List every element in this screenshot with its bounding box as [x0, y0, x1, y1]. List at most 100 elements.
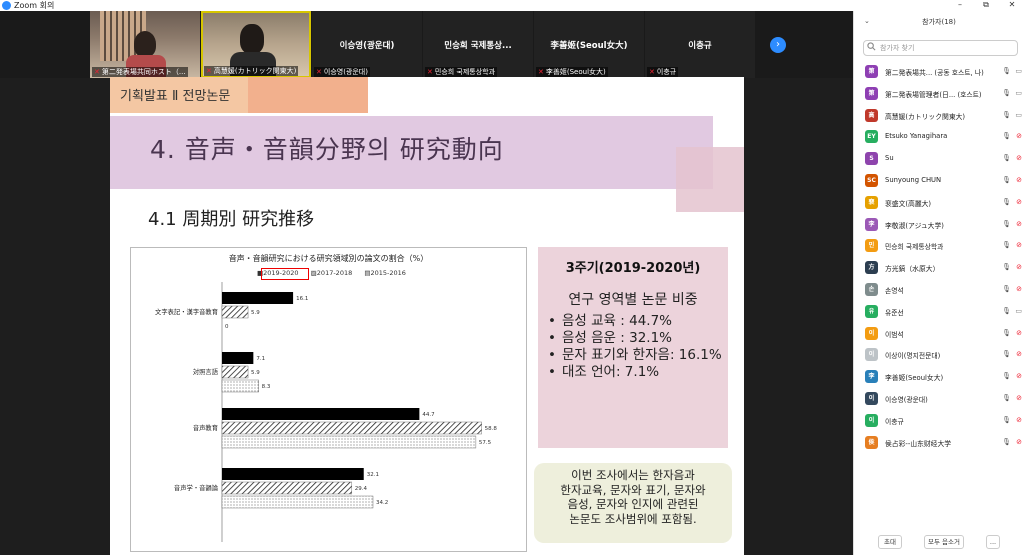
participant-row[interactable]: 이 이충규 🎙 ⊘ — [854, 410, 1024, 432]
bar — [221, 421, 482, 435]
video-off-icon: ⊘ — [1016, 415, 1022, 424]
shared-slide: 기획발표 Ⅱ 전망논문 4. 音声・音韻分野의 研究動向 4.1 周期別 研究推… — [110, 77, 744, 555]
summary-item: 음성 교육 : 44.7% — [548, 313, 723, 330]
participant-name: 侯占彩--山东财经大学 — [885, 439, 952, 448]
video-on-icon: ▭ — [1015, 110, 1022, 119]
legend-entry: ▨2017-2018 — [310, 269, 353, 277]
avatar: SC — [865, 174, 878, 187]
participant-row[interactable]: 侯侯占彩--山东财经大学 🎙 ⊘ — [854, 432, 1024, 454]
window-titlebar: Zoom 회의 – ⧉ ✕ — [0, 0, 1024, 11]
mic-muted-icon: 🎙 — [1002, 219, 1011, 228]
mic-muted-icon: 🎙 — [1002, 197, 1011, 206]
invite-button[interactable]: 초대 — [878, 535, 902, 549]
chart-plot: 文字表記・漢字音教育 16.1 5.9 0 対照言語 7.1 5.9 8.3 音声教育 44.7 5… — [155, 282, 497, 542]
close-button[interactable]: ✕ — [1004, 0, 1020, 11]
avatar: 손 — [865, 283, 878, 296]
participant-name: 이상이(명지전문대) — [885, 352, 941, 361]
video-off-icon: ⊘ — [1016, 328, 1022, 337]
legend-highlight-box — [261, 268, 309, 280]
bar-data-label: 0 — [225, 324, 229, 330]
mic-muted-icon: 🎙 — [1002, 285, 1011, 293]
video-off-icon: ⊘ — [1016, 394, 1022, 402]
participant-row[interactable]: 손 손영석 🎙 ⊘ — [854, 279, 1024, 301]
mic-muted-icon: 🎙 — [1002, 132, 1011, 141]
video-tile-caption: ✕ 이충규 — [647, 67, 679, 77]
avatar: 이 — [865, 326, 878, 340]
video-strip: ✕ 第二発表場共同ホスト（... ✕ 高慧媛(カトリック関東大) 이승영(광운대) … — [0, 11, 853, 78]
participant-row[interactable]: 민 민승희 국제통상학과 🎙 ⊘ — [854, 235, 1024, 257]
video-tile[interactable]: ✕ 第二発表場共同ホスト（... — [90, 11, 200, 78]
bar — [221, 495, 374, 509]
next-page-arrow-icon[interactable]: › — [770, 37, 786, 53]
avatar: 李 — [865, 217, 878, 231]
bar-data-label: 16.1 — [296, 296, 308, 302]
video-tile[interactable]: 민승희 국제통상... ✕ 민승희 국제통상학과 — [423, 11, 533, 78]
avatar: 第 — [865, 65, 878, 78]
restore-button[interactable]: ⧉ — [978, 0, 994, 11]
chart-title: 音声・音韻研究における研究領域別の論文の割合（%） — [228, 254, 429, 263]
minimize-button[interactable]: – — [952, 0, 968, 11]
participant-row[interactable]: 李李善姬(Seoul女大) 🎙 ⊘ — [854, 366, 1024, 388]
participant-name: 第二発表場共... (공동 호스트, 나) — [885, 69, 984, 77]
participant-row[interactable]: 第第二発表場共... (공동 호스트, 나) 🎙 ▭ — [854, 61, 1024, 83]
participant-search-input[interactable]: 참가자 찾기 — [863, 40, 1018, 56]
mic-muted-icon: 🎙 — [1002, 241, 1011, 250]
mic-muted-icon: ✕ — [538, 68, 544, 76]
participant-name: 第二発表場管理者(日... (호스트) — [885, 90, 982, 99]
mic-muted-icon: 🎙 — [1002, 88, 1011, 97]
video-tile[interactable]: 李善姬(Seoul女大) ✕ 李善姬(Seoul女大) — [534, 11, 644, 78]
header-band-accent — [248, 77, 368, 113]
participant-name: 方光鎬（水原大） — [885, 265, 940, 274]
participant-row[interactable]: 裵裵盛文(高麗大) 🎙 ⊘ — [854, 192, 1024, 214]
video-tile-name: 이충규 — [688, 41, 712, 51]
section-title: 4. 音声・音韻分野의 研究動向 — [150, 135, 504, 164]
participant-row[interactable]: 方方光鎬（水原大） 🎙 ⊘ — [854, 257, 1024, 279]
summary-item: 대조 언어: 7.1% — [548, 364, 723, 381]
video-tile-name: 이승영(광운대) — [339, 41, 395, 51]
participant-row[interactable]: EY Etsuko Yanagihara 🎙 ⊘ — [854, 126, 1024, 148]
participant-name: 손영석 — [885, 287, 904, 295]
avatar: 민 — [865, 239, 878, 253]
mic-muted-icon: 🎙 — [1002, 176, 1011, 184]
participant-name: 이범석 — [885, 330, 904, 339]
mic-muted-icon: 🎙 — [1002, 394, 1011, 402]
mic-muted-icon: ✕ — [206, 67, 212, 75]
video-tile-caption: ✕ 高慧媛(カトリック関東大) — [204, 66, 299, 76]
participant-row[interactable]: 이 이승영(광운대) 🎙 ⊘ — [854, 388, 1024, 410]
more-options-button[interactable]: ... — [986, 535, 1000, 549]
participant-row[interactable]: 이 이범석 🎙 ⊘ — [854, 323, 1024, 345]
video-tile[interactable]: 이충규 ✕ 이충규 — [645, 11, 755, 78]
video-tile-caption: ✕ 第二発表場共同ホスト（... — [92, 67, 188, 77]
participant-row[interactable]: 第第二発表場管理者(日... (호스트) 🎙 ▭ — [854, 83, 1024, 105]
mic-muted-icon: ✕ — [94, 68, 100, 76]
participant-row[interactable]: SC Sunyoung CHUN 🎙 ⊘ — [854, 170, 1024, 192]
video-off-icon: ⊘ — [1016, 285, 1022, 293]
avatar: 裵 — [865, 195, 878, 209]
participant-video-figure — [240, 24, 264, 54]
category-label: 音声教育 — [193, 423, 218, 432]
avatar: 이 — [865, 348, 878, 362]
note-line: 음성, 문자와 인지에 관련된 — [567, 497, 699, 511]
participant-row[interactable]: 李李敬淑(アジュ大学) 🎙 ⊘ — [854, 214, 1024, 236]
mute-all-button[interactable]: 모두 음소거 — [924, 535, 964, 549]
video-tile-name: 李善姬(Seoul女大) — [550, 41, 628, 51]
participant-name: 이승영(광운대) — [885, 396, 928, 404]
avatar: 유 — [865, 304, 878, 318]
video-tile-active-speaker[interactable]: ✕ 高慧媛(カトリック関東大) — [201, 11, 311, 78]
video-tile[interactable]: 이승영(광운대) ✕ 이승영(광운대) — [312, 11, 422, 78]
participant-row[interactable]: S Su 🎙 ⊘ — [854, 148, 1024, 170]
note-line: 한자교육, 문자와 표기, 문자와 — [560, 482, 706, 497]
bar — [221, 365, 249, 379]
mic-muted-icon: 🎙 — [1002, 328, 1011, 337]
participant-row[interactable]: 高高慧媛(カトリック関東大) 🎙 ▭ — [854, 105, 1024, 127]
participant-name: Sunyoung CHUN — [885, 176, 942, 184]
bar-data-label: 29.4 — [355, 486, 368, 492]
bar — [222, 408, 420, 420]
mic-muted-icon: ✕ — [649, 68, 655, 76]
participant-row[interactable]: 이 이상이(명지전문대) 🎙 ⊘ — [854, 344, 1024, 366]
mic-muted-icon: 🎙 — [1002, 437, 1011, 446]
video-off-icon: ⊘ — [1016, 437, 1022, 446]
category-label: 対照言語 — [193, 367, 219, 376]
participant-row[interactable]: 유 유준선 🎙 ▭ — [854, 301, 1024, 323]
participant-video-figure — [134, 31, 156, 57]
